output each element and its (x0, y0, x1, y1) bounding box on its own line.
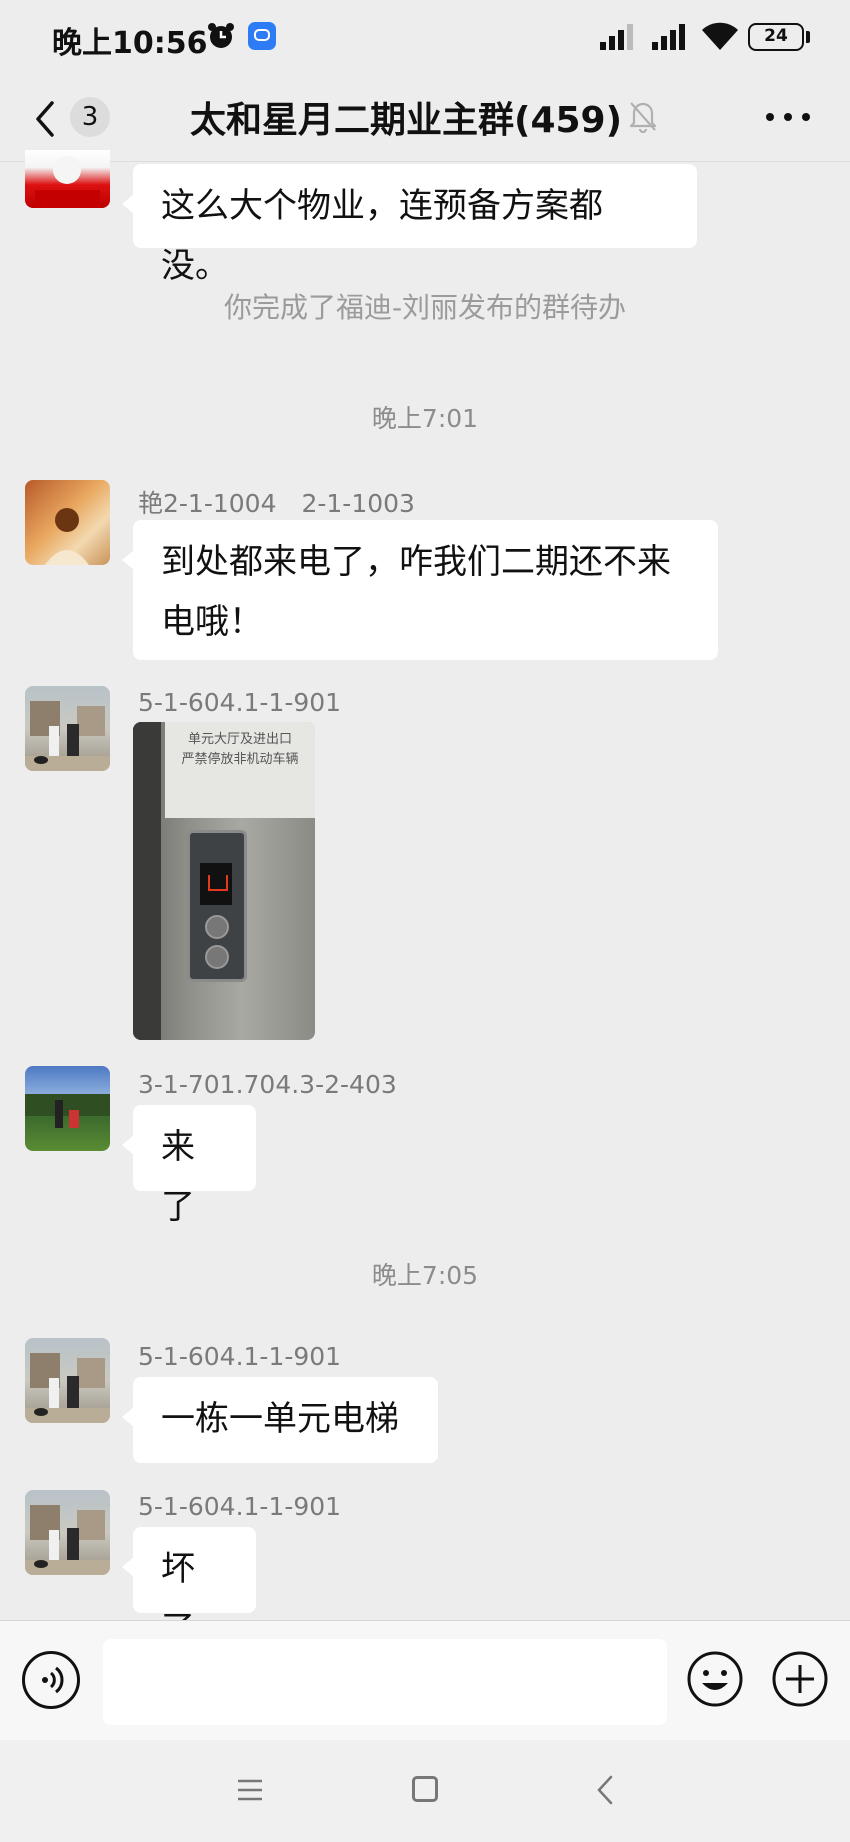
wifi-icon (702, 22, 738, 50)
sender-name: 5-1-604.1-1-901 (138, 1492, 342, 1521)
image-message[interactable]: 单元大厅及进出口 严禁停放非机动车辆 (133, 722, 315, 1040)
alarm-icon (208, 23, 234, 48)
sender-name: 3-1-701.704.3-2-403 (138, 1070, 397, 1099)
menu-icon[interactable] (236, 1778, 264, 1802)
sender-name: 艳2-1-1004 2-1-1003 (138, 489, 415, 518)
avatar[interactable] (25, 1490, 110, 1575)
signal-icon (652, 24, 685, 50)
message-bubble[interactable]: 这么大个物业，连预备方案都没。 (122, 164, 697, 286)
avatar-image (25, 1094, 110, 1128)
message-input[interactable] (103, 1639, 667, 1725)
back-icon[interactable] (30, 99, 60, 139)
system-notice: 你完成了福迪-刘丽发布的群待办 (223, 291, 627, 324)
floor-display (200, 863, 232, 905)
sender-name: 5-1-604.1-1-901 (138, 1342, 342, 1371)
timestamp: 晚上7:01 (371, 404, 479, 433)
message-text: 来了 (161, 1127, 195, 1227)
chat-title: 太和星月二期业主群(459) (190, 100, 623, 141)
input-bar (0, 1620, 850, 1741)
image-sign-text: 单元大厅及进出口 (187, 732, 292, 747)
battery-level: 24 (764, 26, 788, 46)
avatar-image (25, 701, 110, 771)
back-nav-icon[interactable] (594, 1774, 616, 1806)
more-icon[interactable] (764, 105, 812, 129)
status-bar: 晚上10:56 24 (0, 0, 850, 75)
unread-count-badge[interactable]: 3 (70, 97, 110, 137)
image-sign-text: 严禁停放非机动车辆 (181, 752, 299, 767)
image-notice-sign: 单元大厅及进出口 严禁停放非机动车辆 (165, 722, 315, 818)
mute-icon (629, 102, 657, 133)
avatar[interactable] (25, 686, 110, 771)
call-button (205, 945, 229, 969)
battery-icon: 24 (748, 23, 804, 51)
avatar-image (35, 156, 100, 208)
system-nav-bar (0, 1740, 850, 1842)
avatar-image (25, 1505, 110, 1575)
signal-icon (600, 24, 633, 50)
message-bubble[interactable]: 到处都来电了，咋我们二期还不来 电哦！ (122, 520, 718, 660)
timestamp: 晚上7:05 (371, 1261, 479, 1290)
message-bubble[interactable]: 坏了 (122, 1527, 256, 1649)
chat-header: 3 太和星月二期业主群(459) (0, 75, 850, 162)
message-text: 到处都来电了，咋我们二期还不来 (161, 542, 671, 582)
message-bubble[interactable]: 来了 (122, 1105, 256, 1227)
message-text: 一栋一单元电梯 (161, 1399, 399, 1439)
plus-icon[interactable] (770, 1649, 830, 1709)
avatar[interactable] (25, 480, 110, 565)
avatar[interactable] (25, 1066, 110, 1151)
avatar[interactable] (25, 1338, 110, 1423)
app-notification-icon (248, 22, 276, 50)
voice-icon[interactable] (22, 1651, 80, 1709)
sender-name: 5-1-604.1-1-901 (138, 688, 342, 717)
home-icon[interactable] (412, 1776, 438, 1802)
message-bubble[interactable]: 一栋一单元电梯 (122, 1377, 438, 1463)
emoji-icon[interactable] (685, 1649, 745, 1709)
call-button (205, 915, 229, 939)
message-text: 电哦！ (161, 602, 263, 642)
avatar-image (45, 508, 89, 565)
status-time: 晚上10:56 (52, 26, 208, 61)
avatar-image (25, 1353, 110, 1423)
message-text: 这么大个物业，连预备方案都没。 (161, 186, 603, 286)
elevator-panel (187, 830, 247, 982)
battery-cap (806, 31, 810, 43)
avatar[interactable] (25, 150, 110, 208)
